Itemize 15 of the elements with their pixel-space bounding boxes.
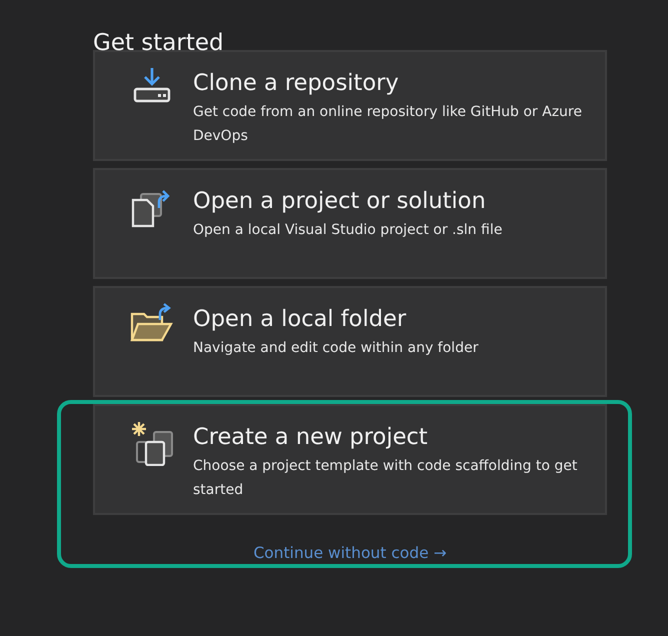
card-description: Open a local Visual Studio project or .sln file	[193, 221, 504, 240]
action-card[interactable]: Open a project or solution Open a local Visual Studio project or .sln file	[93, 168, 607, 279]
continue-link[interactable]: Continue without code →	[253, 544, 447, 562]
card-description: Get code from an online repository like GitHub or Azure DevOps	[193, 103, 583, 146]
action-card[interactable]: Create a new project Choose a project template with code scaffolding to get started	[93, 404, 607, 515]
card-title: Clone a repository	[193, 69, 400, 98]
action-card[interactable]: Clone a repository Get code from an online repository like GitHub or Azure DevOps	[93, 50, 607, 161]
card-description: Navigate and edit code within any folder	[193, 339, 480, 358]
card-description: Choose a project template with code scaffolding to get started	[193, 457, 578, 500]
card-title: Open a project or solution	[193, 187, 487, 216]
card-title: Open a local folder	[193, 305, 408, 334]
new-documents-icon	[129, 420, 175, 466]
action-card[interactable]: Open a local folder Navigate and edit code within any folder	[93, 286, 607, 397]
card-title: Create a new project	[193, 423, 429, 452]
section-heading: Get started	[93, 29, 225, 50]
